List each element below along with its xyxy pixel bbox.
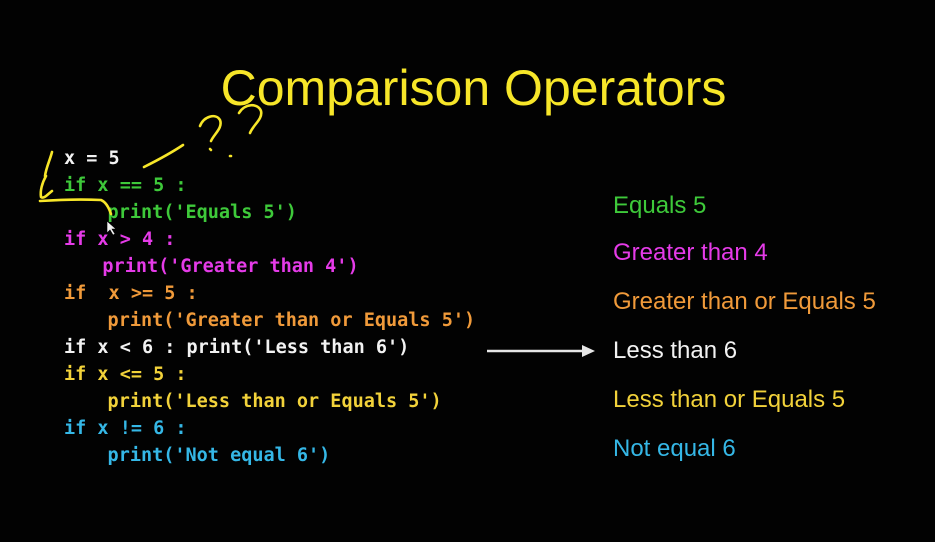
output-line: Equals 5 (613, 192, 707, 219)
code-line: print('Less than or Equals 5') (63, 391, 442, 412)
code-line: if x < 6 : print('Less than 6') (64, 337, 410, 358)
code-line: x = 5 (64, 148, 120, 169)
slide: Comparison Operators x = 5 if x == 5 : p… (0, 0, 935, 542)
output-line: Greater than or Equals 5 (613, 288, 876, 315)
code-line: if x > 4 : (64, 229, 176, 250)
output-line: Less than or Equals 5 (613, 386, 846, 413)
code-line: print('Greater than or Equals 5') (63, 310, 476, 331)
output-line: Not equal 6 (613, 435, 736, 462)
code-line: if x != 6 : (64, 418, 187, 439)
slide-title: Comparison Operators (220, 60, 727, 116)
code-line: print('Greater than 4') (69, 256, 359, 277)
code-line: if x == 5 : (64, 175, 187, 196)
code-line: if x <= 5 : (64, 364, 187, 385)
output-line: Greater than 4 (613, 239, 768, 266)
code-line: print('Not equal 6') (63, 445, 331, 466)
code-line: print('Equals 5') (63, 202, 297, 223)
code-line: if x >= 5 : (64, 283, 198, 304)
output-line: Less than 6 (613, 337, 738, 364)
